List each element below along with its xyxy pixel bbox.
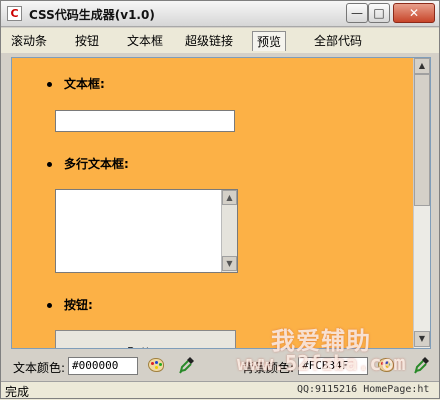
text-color-input[interactable]: #000000 [68, 357, 138, 375]
preview-panel: 文本框: 多行文本框: ▲ ▼ 按钮: Button ▲ ▼ [11, 57, 431, 349]
bg-color-input[interactable]: #FCB34F [298, 357, 368, 375]
bg-color-label: 背景颜色: [242, 361, 295, 375]
textbox-label: 文本框: [64, 77, 105, 91]
list-bullet [47, 82, 52, 87]
scroll-thumb[interactable] [414, 74, 430, 206]
maximize-icon: □ [373, 6, 385, 20]
color-controls: 文本颜色: #000000 背景颜色: #FCB34F [1, 352, 439, 380]
window-title: CSS代码生成器(v1.0) [29, 8, 155, 22]
close-icon: ✕ [408, 6, 420, 20]
tab-hyperlink[interactable]: 超级链接 [181, 31, 237, 51]
scroll-up-icon[interactable]: ▲ [222, 190, 237, 205]
preview-text-input[interactable] [55, 110, 235, 132]
textarea-scrollbar[interactable]: ▲ ▼ [221, 190, 237, 272]
minimize-icon: — [351, 6, 363, 20]
preview-textarea[interactable]: ▲ ▼ [55, 189, 238, 273]
list-bullet [47, 162, 52, 167]
main-window: C CSS代码生成器(v1.0) — □ ✕ 滚动条 按钮 文本框 超级链接 预… [0, 0, 440, 399]
status-contact: QQ:9115216 HomePage:ht [297, 384, 430, 395]
app-icon: C [7, 6, 22, 21]
list-bullet [47, 303, 52, 308]
button-label: 按钮: [64, 298, 93, 312]
tab-preview[interactable]: 预览 [252, 31, 287, 51]
panel-scrollbar[interactable]: ▲ ▼ [413, 58, 430, 348]
scroll-up-icon[interactable]: ▲ [414, 58, 430, 74]
palette-icon[interactable] [378, 358, 394, 372]
textarea-label: 多行文本框: [64, 157, 129, 171]
maximize-button[interactable]: □ [368, 3, 390, 23]
palette-icon[interactable] [148, 358, 164, 372]
tab-all-code[interactable]: 全部代码 [310, 31, 366, 51]
tab-scrollbar[interactable]: 滚动条 [7, 31, 51, 51]
close-button[interactable]: ✕ [393, 3, 435, 23]
status-bar: 完成 QQ:9115216 HomePage:ht [1, 381, 439, 399]
minimize-button[interactable]: — [346, 3, 368, 23]
status-text: 完成 [5, 385, 30, 399]
title-bar[interactable]: C CSS代码生成器(v1.0) — □ ✕ [1, 1, 439, 27]
eyedropper-icon[interactable] [414, 356, 430, 374]
scroll-down-icon[interactable]: ▼ [222, 256, 237, 271]
tab-bar: 滚动条 按钮 文本框 超级链接 预览 全部代码 [1, 28, 439, 53]
eyedropper-icon[interactable] [179, 356, 195, 374]
preview-demo-button[interactable]: Button [55, 330, 236, 348]
text-color-label: 文本颜色: [13, 361, 66, 375]
tab-button[interactable]: 按钮 [71, 31, 103, 51]
tab-textbox[interactable]: 文本框 [123, 31, 167, 51]
scroll-down-icon[interactable]: ▼ [414, 331, 430, 347]
preview-content: 文本框: 多行文本框: ▲ ▼ 按钮: Button [12, 58, 412, 348]
